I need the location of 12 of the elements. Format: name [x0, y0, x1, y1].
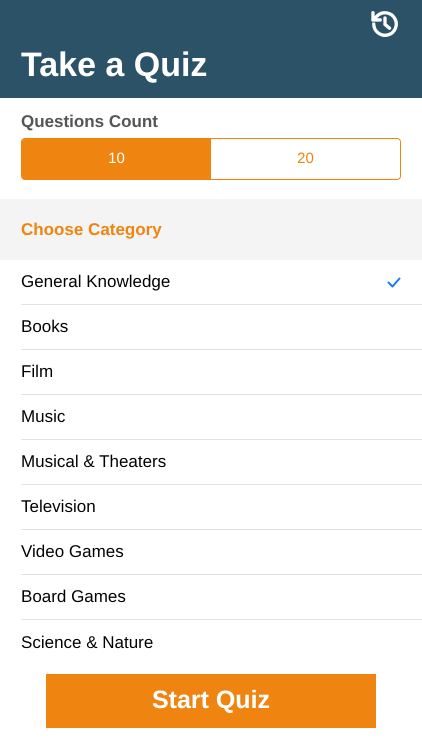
category-item[interactable]: General Knowledge	[21, 269, 170, 295]
category-item[interactable]: Video Games	[21, 539, 124, 565]
section-label: Questions Count	[21, 113, 159, 130]
page-title: Take a Quiz	[21, 48, 208, 82]
category-item[interactable]: Books	[21, 314, 68, 340]
category-item[interactable]: Television	[21, 494, 96, 520]
category-item[interactable]: Film	[21, 359, 54, 385]
section-heading: Choose Category	[21, 218, 162, 241]
category-item[interactable]: Science & Nature	[21, 630, 154, 651]
category-item[interactable]: Board Games	[21, 584, 126, 610]
category-item[interactable]: Musical & Theaters	[21, 449, 166, 475]
category-item[interactable]: Music	[21, 404, 66, 430]
